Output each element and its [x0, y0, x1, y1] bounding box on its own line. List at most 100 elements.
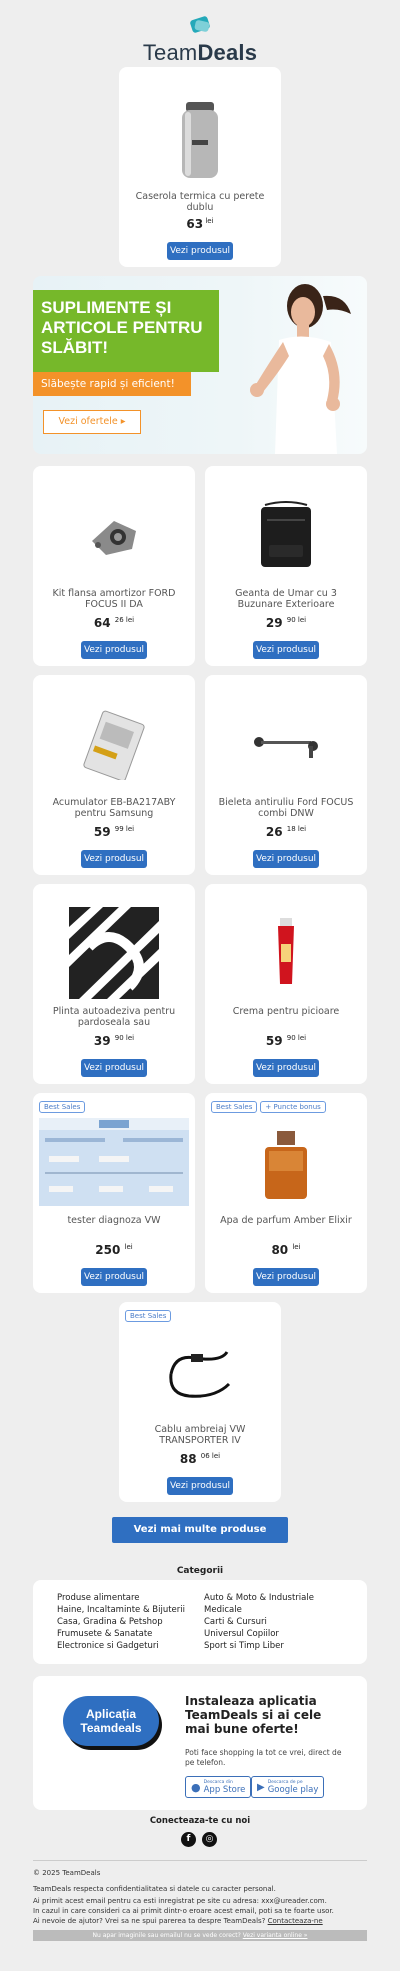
app-promo-title: Instaleaza aplicatia TeamDeals si ai cel…	[185, 1694, 322, 1736]
product-name: Bieleta antiruliu Ford FOCUS combi DNW	[218, 797, 354, 819]
product-image	[205, 486, 367, 586]
product-card[interactable]: Best Sales Cablu ambreiaj VW TRANSPORTER…	[119, 1302, 281, 1502]
product-card[interactable]: Geanta de Umar cu 3 Buzunare Exterioare …	[205, 466, 367, 666]
product-image	[33, 1117, 195, 1207]
connect-title: Conecteaza-te cu noi	[149, 1816, 251, 1826]
view-online-link[interactable]: Vezi varianta online »	[243, 1932, 308, 1939]
divider	[33, 1860, 367, 1861]
view-product-button[interactable]: Vezi produsul	[81, 850, 147, 868]
product-name: Plinta autoadeziva pentru pardoseala sau	[52, 1006, 176, 1028]
best-sales-badge: Best Sales	[39, 1101, 86, 1113]
product-image	[33, 695, 195, 795]
promo-banner[interactable]: SUPLIMENTE ȘI ARTICOLE PENTRU SLĂBIT! Sl…	[33, 276, 367, 454]
instagram-icon[interactable]: ◎	[202, 1832, 217, 1847]
best-sales-badge: Best Sales	[125, 1310, 172, 1322]
categories-column-1: Produse alimentare Haine, Incaltaminte &…	[57, 1592, 185, 1652]
product-image	[205, 695, 367, 795]
category-link[interactable]: Auto & Moto & Industriale	[204, 1592, 314, 1604]
help-note: Ai nevoie de ajutor? Vrei sa ne spui par…	[33, 1917, 323, 1925]
view-product-button[interactable]: Vezi produsul	[253, 1059, 319, 1077]
product-image	[33, 904, 195, 1002]
product-price: 80 lei	[271, 1243, 301, 1257]
best-sales-badge: Best Sales	[211, 1101, 258, 1113]
email-page: TeamDeals Caserola termica cu perete dub…	[0, 0, 400, 1971]
view-product-button[interactable]: Vezi produsul	[253, 1268, 319, 1286]
google-play-button[interactable]: ▶ Descarca de pe Google play	[251, 1776, 325, 1798]
category-link[interactable]: Frumusete & Sanatate	[57, 1628, 185, 1640]
registered-note: Ai primit acest email pentru ca esti inr…	[33, 1897, 327, 1905]
product-card[interactable]: Kit flansa amortizor FORD FOCUS II DA 64…	[33, 466, 195, 666]
product-card-featured[interactable]: Caserola termica cu perete dublu 63 lei …	[119, 67, 281, 267]
app-promo-box: Aplicația Teamdeals Instaleaza aplicatia …	[33, 1676, 367, 1810]
product-card[interactable]: Best Sales + Puncte bonus Apa de parfum A…	[205, 1093, 367, 1293]
badge-list: Best Sales + Puncte bonus	[211, 1101, 326, 1113]
product-name: Crema pentru picioare	[232, 1006, 340, 1017]
category-link[interactable]: Sport si Timp Liber	[204, 1640, 314, 1652]
badge-list: Best Sales	[125, 1310, 172, 1322]
product-image	[205, 1121, 367, 1211]
privacy-note: TeamDeals respecta confidentialitatea si…	[33, 1885, 276, 1893]
banner-headline: SUPLIMENTE ȘI ARTICOLE PENTRU SLĂBIT!	[33, 290, 219, 372]
product-name: Cablu ambreiaj VW TRANSPORTER IV	[154, 1424, 246, 1446]
view-product-button[interactable]: Vezi produsul	[253, 641, 319, 659]
play-icon: ▶	[257, 1781, 265, 1793]
product-name: tester diagnoza VW	[67, 1215, 161, 1226]
banner-cta-button[interactable]: Vezi ofertele ▸	[43, 410, 141, 434]
view-product-button[interactable]: Vezi produsul	[167, 1477, 233, 1495]
category-link[interactable]: Electronice si Gadgeturi	[57, 1640, 185, 1652]
product-price: 59 99 lei	[93, 825, 135, 839]
banner-subline: Slăbește rapid și eficient!	[33, 372, 191, 396]
product-image	[119, 1326, 281, 1422]
view-product-button[interactable]: Vezi produsul	[81, 1268, 147, 1286]
product-card[interactable]: Plinta autoadeziva pentru pardoseala sau…	[33, 884, 195, 1084]
category-link[interactable]: Medicale	[204, 1604, 314, 1616]
bonus-points-badge: + Puncte bonus	[260, 1101, 326, 1113]
app-blob-logo: Aplicația Teamdeals	[63, 1696, 159, 1746]
product-card[interactable]: Acumulator EB-BA217ABY pentru Samsung 59…	[33, 675, 195, 875]
logo-text-bold: Deals	[197, 40, 258, 65]
product-price: 29 90 lei	[265, 616, 307, 630]
product-price: 39 90 lei	[93, 1034, 135, 1048]
footer: © 2025 TeamDeals TeamDeals respecta conf…	[33, 1868, 367, 1928]
social-links: f ◎	[181, 1832, 217, 1847]
product-card[interactable]: Crema pentru picioare 59 90 lei Vezi pro…	[205, 884, 367, 1084]
view-product-button[interactable]: Vezi produsul	[167, 242, 233, 260]
product-name: Geanta de Umar cu 3 Buzunare Exterioare	[235, 588, 337, 610]
app-store-button[interactable]: ● Descarca din App Store	[185, 1776, 252, 1798]
view-product-button[interactable]: Vezi produsul	[81, 641, 147, 659]
categories-box: Produse alimentare Haine, Incaltaminte &…	[33, 1580, 367, 1664]
product-image	[33, 486, 195, 586]
runner-woman-image	[250, 284, 351, 454]
copyright: © 2025 TeamDeals	[33, 1869, 101, 1877]
badge-list: Best Sales	[39, 1101, 86, 1113]
product-image	[119, 81, 281, 199]
category-link[interactable]: Casa, Gradina & Petshop	[57, 1616, 185, 1628]
tag-icon	[187, 15, 213, 34]
category-link[interactable]: Produse alimentare	[57, 1592, 185, 1604]
category-link[interactable]: Universul Copiilor	[204, 1628, 314, 1640]
product-card[interactable]: Best Sales tester diagnoza VW 250 lei Ve…	[33, 1093, 195, 1293]
product-name: Caserola termica cu perete dublu	[135, 191, 265, 213]
product-price: 250 lei	[95, 1243, 133, 1257]
category-link[interactable]: Haine, Incaltaminte & Bijuterii	[57, 1604, 185, 1616]
logo-text-light: Team	[142, 40, 198, 65]
view-more-products-button[interactable]: Vezi mai multe produse	[112, 1517, 288, 1543]
product-name: Acumulator EB-BA217ABY pentru Samsung	[52, 797, 176, 819]
facebook-icon[interactable]: f	[181, 1832, 196, 1847]
product-price: 88 06 lei	[179, 1452, 221, 1466]
teamdeals-logo[interactable]: TeamDeals	[0, 15, 400, 66]
product-name: Apa de parfum Amber Elixir	[220, 1215, 352, 1226]
product-image	[205, 904, 367, 1002]
apple-icon: ●	[191, 1780, 201, 1794]
product-price: 26 18 lei	[265, 825, 307, 839]
view-product-button[interactable]: Vezi produsul	[253, 850, 319, 868]
product-price: 59 90 lei	[265, 1034, 307, 1048]
error-note: In cazul in care consideri ca ai primit …	[33, 1907, 334, 1915]
categories-title: Categorii	[176, 1566, 224, 1576]
product-card[interactable]: Bieleta antiruliu Ford FOCUS combi DNW 2…	[205, 675, 367, 875]
view-product-button[interactable]: Vezi produsul	[81, 1059, 147, 1077]
contact-link[interactable]: Contacteaza-ne	[268, 1917, 323, 1925]
product-price: 64 26 lei	[93, 616, 135, 630]
category-link[interactable]: Carti & Cursuri	[204, 1616, 314, 1628]
product-price: 63 lei	[186, 217, 214, 231]
